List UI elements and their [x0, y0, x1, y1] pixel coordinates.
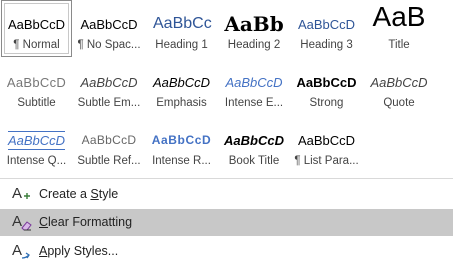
style-preview-text: AaBbCcD: [224, 132, 284, 148]
style-tile[interactable]: AaBbCcD ¶ No Spac...: [74, 0, 145, 57]
svg-text:A: A: [12, 242, 22, 259]
style-name: Heading 1: [155, 39, 208, 51]
style-preview-text: AaBbCcD: [7, 16, 66, 32]
apply-styles-label: Apply Styles...: [39, 244, 119, 258]
style-tile[interactable]: AaBbCcD Intense E...: [219, 58, 290, 115]
create-style-menu-item[interactable]: A Create a Style: [0, 181, 453, 208]
style-name: Book Title: [228, 155, 280, 167]
style-preview: AaBbCcD: [147, 67, 216, 97]
styles-grid: AaBbCcD ¶ Normal AaBbCcD ¶ No Spac... AaBbCc…: [1, 0, 436, 174]
style-name: Subtitle: [17, 97, 56, 109]
style-preview: AaBbCcD: [365, 67, 434, 97]
style-name: Strong: [309, 97, 344, 109]
styles-gallery-panel: AaBbCcD ¶ Normal AaBbCcD ¶ No Spac... AaBbCc…: [0, 0, 453, 277]
style-tile[interactable]: AaBbCc Heading 1: [146, 0, 217, 57]
style-preview-text: AaBbCcD: [225, 74, 283, 90]
style-preview-text: AaBbCcD: [80, 74, 138, 90]
style-preview: AaBbCcD: [292, 125, 361, 155]
clear-formatting-icon: A: [12, 213, 32, 231]
style-preview: AaBbCcD: [220, 125, 289, 155]
style-preview-text: AaBb: [224, 12, 284, 36]
style-preview-text: AaBbCcD: [296, 74, 357, 90]
style-preview: AaBbCc: [147, 9, 216, 39]
apply-styles-menu-item[interactable]: A Apply Styles...: [0, 238, 453, 265]
style-preview-text: AaBbCcD: [297, 16, 356, 32]
style-tile[interactable]: AaBb Heading 2: [219, 0, 290, 57]
style-preview-text: AaBbCcD: [151, 133, 212, 147]
svg-text:A: A: [12, 213, 22, 230]
style-tile[interactable]: AaBbCcD Heading 3: [291, 0, 362, 57]
style-tile[interactable]: AaBbCcD Quote: [364, 58, 435, 115]
style-tile[interactable]: AaBbCcD Intense Q...: [1, 116, 72, 173]
style-preview: AaBbCcD: [147, 125, 216, 155]
create-style-icon: A: [12, 185, 30, 202]
style-preview-text: AaBbCcD: [297, 132, 356, 148]
style-name: Subtle Em...: [77, 97, 141, 109]
style-tile[interactable]: AaBbCcD Strong: [291, 58, 362, 115]
style-name: Title: [388, 39, 410, 51]
style-tile[interactable]: AaB Title: [364, 0, 435, 57]
style-name: Emphasis: [156, 97, 207, 109]
svg-text:A: A: [12, 185, 22, 202]
style-name: Intense E...: [224, 97, 284, 109]
style-preview-text: AaBbCcD: [152, 74, 211, 90]
style-name: Heading 2: [227, 39, 281, 51]
style-preview-text: AaB: [372, 1, 426, 32]
clear-formatting-label: Clear Formatting: [39, 215, 133, 229]
style-preview-text: AaBbCcD: [80, 16, 138, 32]
style-name: Quote: [383, 97, 415, 109]
style-tile[interactable]: AaBbCcD ¶ Normal: [1, 0, 72, 57]
style-preview: AaBbCcD: [220, 67, 289, 97]
style-name: Intense R...: [152, 155, 211, 167]
style-preview: AaBbCcD: [75, 9, 144, 39]
style-tile[interactable]: AaBbCcD Book Title: [219, 116, 290, 173]
style-name: ¶ Normal: [13, 39, 60, 51]
apply-styles-icon: A: [12, 242, 30, 259]
style-preview: AaBbCcD: [2, 125, 71, 155]
style-tile[interactable]: AaBbCcD Emphasis: [146, 58, 217, 115]
menu-divider: [0, 178, 453, 179]
create-style-label: Create a Style: [39, 187, 119, 201]
style-preview-text: AaBbCcD: [370, 74, 428, 90]
style-preview-text: AaBbCcD: [6, 74, 67, 90]
style-preview: AaB: [365, 1, 434, 35]
style-preview: AaBbCcD: [2, 67, 71, 97]
style-tile[interactable]: AaBbCcD Subtle Ref...: [74, 116, 145, 173]
style-tile[interactable]: AaBbCcD Subtle Em...: [74, 58, 145, 115]
style-preview: AaBbCcD: [75, 125, 144, 155]
style-name: ¶ List Para...: [294, 155, 359, 167]
style-preview: AaBbCcD: [292, 67, 361, 97]
style-preview: AaBbCcD: [75, 67, 144, 97]
style-name: Subtle Ref...: [77, 155, 141, 167]
style-tile[interactable]: AaBbCcD Subtitle: [1, 58, 72, 115]
style-preview: AaBb: [220, 9, 289, 39]
style-preview: AaBbCcD: [292, 9, 361, 39]
style-tile[interactable]: AaBbCcD Intense R...: [146, 116, 217, 173]
style-name: Intense Q...: [6, 155, 67, 167]
style-preview-text: AaBbCcD: [81, 133, 137, 147]
style-preview-text: AaBbCc: [153, 15, 212, 32]
style-preview-text: AaBbCcD: [7, 130, 66, 150]
style-name: ¶ No Spac...: [77, 39, 141, 51]
style-tile[interactable]: AaBbCcD ¶ List Para...: [291, 116, 362, 173]
clear-formatting-menu-item[interactable]: A Clear Formatting: [0, 209, 453, 236]
style-preview: AaBbCcD: [2, 9, 71, 39]
style-name: Heading 3: [300, 39, 353, 51]
